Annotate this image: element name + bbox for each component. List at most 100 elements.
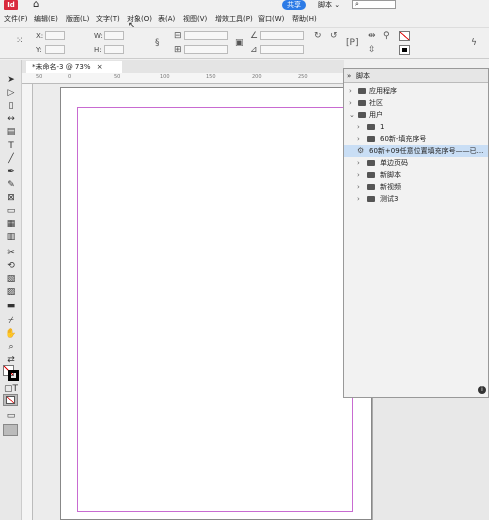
menu-table[interactable]: 表(A) xyxy=(158,14,175,24)
search-input[interactable]: ⌕ xyxy=(352,0,396,9)
preview-mode-icon[interactable] xyxy=(3,424,18,436)
pencil-tool-icon[interactable]: ✎ xyxy=(4,179,18,191)
home-icon[interactable]: ⌂ xyxy=(33,0,39,10)
hand-tool-icon[interactable]: ✋ xyxy=(4,328,18,340)
document-page[interactable] xyxy=(60,87,372,520)
fill-swatch[interactable] xyxy=(399,31,410,41)
ruler-tick: 200 xyxy=(252,74,262,80)
w-field[interactable] xyxy=(104,31,124,40)
flip-vertical-icon[interactable]: ⇳ xyxy=(368,45,376,55)
direct-selection-tool-icon[interactable]: ▷ xyxy=(4,87,18,99)
workspace-switcher[interactable]: 脚本 ⌄ xyxy=(318,0,340,10)
scripts-panel-header[interactable]: » 脚本 xyxy=(344,69,488,83)
scale-x-field[interactable] xyxy=(184,31,228,40)
x-field[interactable] xyxy=(45,31,65,40)
script-folder-single-page-number[interactable]: › 单边页码 xyxy=(344,157,488,169)
horizontal-ruler[interactable]: 50 0 50 100 150 200 250 xyxy=(22,73,344,84)
rectangle-frame-tool-icon[interactable]: ⊠ xyxy=(4,192,18,204)
apply-none-icon[interactable] xyxy=(3,394,18,406)
ruler-tick: 0 xyxy=(68,74,72,80)
selection-tool-icon[interactable]: ➤ xyxy=(4,74,18,86)
chevron-right-icon[interactable]: › xyxy=(349,85,352,97)
chevron-right-icon[interactable]: › xyxy=(349,97,352,109)
content-collector-icon[interactable]: ▤ xyxy=(4,126,18,138)
ruler-tick: 250 xyxy=(298,74,308,80)
list-item-label: 应用程序 xyxy=(369,87,397,95)
grid-tool-icon[interactable]: ▥ xyxy=(4,231,18,243)
screen-mode-icon[interactable]: ▭ xyxy=(4,410,18,422)
folder-icon xyxy=(367,196,375,202)
script-folder-new-video[interactable]: › 新视频 xyxy=(344,181,488,193)
menu-layout[interactable]: 版面(L) xyxy=(66,14,89,24)
gradient-swatch-tool-icon[interactable]: ▧ xyxy=(4,273,18,285)
scripts-panel: » 脚本 › 应用程序 › 社区 ⌄ 用户 › 1 › 60新-填充序号 ⚙ 6… xyxy=(343,68,489,398)
free-transform-tool-icon[interactable]: ⟲ xyxy=(4,260,18,272)
document-tab[interactable]: *未命名-3 @ 73% × xyxy=(26,61,122,73)
ruler-tick: 150 xyxy=(206,74,216,80)
rotate-cw-icon[interactable]: ↻ xyxy=(314,31,322,41)
script-folder-1[interactable]: › 1 xyxy=(344,121,488,133)
workspace-label: 脚本 xyxy=(318,1,332,9)
chevron-right-icon[interactable]: › xyxy=(357,193,360,205)
share-button[interactable]: 共享 xyxy=(282,0,306,10)
collapse-icon[interactable]: » xyxy=(347,70,351,82)
note-tool-icon[interactable]: ▬ xyxy=(4,300,18,312)
rectangle-tool-icon[interactable]: ▭ xyxy=(4,205,18,217)
rotate-ccw-icon[interactable]: ↺ xyxy=(330,31,338,41)
script-folder-user[interactable]: ⌄ 用户 xyxy=(344,109,488,121)
chevron-down-icon[interactable]: ⌄ xyxy=(349,109,355,121)
scale-y-field[interactable] xyxy=(184,45,228,54)
menu-window[interactable]: 窗口(W) xyxy=(258,14,284,24)
menu-plugins[interactable]: 增效工具(P) xyxy=(215,14,253,24)
script-folder-test3[interactable]: › 测试3 xyxy=(344,193,488,205)
menu-view[interactable]: 视图(V) xyxy=(183,14,207,24)
menu-type[interactable]: 文字(T) xyxy=(96,14,120,24)
scale-x-icon: ⊟ xyxy=(174,31,182,41)
y-field[interactable] xyxy=(45,45,65,54)
script-folder-fill-number[interactable]: › 60新-填充序号 xyxy=(344,133,488,145)
script-folder-community[interactable]: › 社区 xyxy=(344,97,488,109)
eyedropper-tool-icon[interactable]: ⌿ xyxy=(4,315,18,327)
chevron-right-icon[interactable]: › xyxy=(357,157,360,169)
chevron-right-icon[interactable]: › xyxy=(357,181,360,193)
page-tool-icon[interactable]: ▯ xyxy=(4,100,18,112)
distribute-icon[interactable]: ⚲ xyxy=(383,31,390,41)
flip-horizontal-icon[interactable]: ⇹ xyxy=(368,31,376,41)
type-tool-icon[interactable]: T xyxy=(4,140,18,152)
proxy-icon[interactable]: ▣ xyxy=(235,38,244,48)
script-folder-new-script[interactable]: › 新脚本 xyxy=(344,169,488,181)
script-file-selected[interactable]: ⚙ 60新+09任意位置填充序号——已... xyxy=(344,145,488,157)
zoom-tool-icon[interactable]: ⌕ xyxy=(4,341,18,353)
table-tool-icon[interactable]: ▦ xyxy=(4,218,18,230)
rotate-field[interactable] xyxy=(260,31,304,40)
line-tool-icon[interactable]: ╱ xyxy=(4,153,18,165)
chevron-right-icon[interactable]: › xyxy=(357,169,360,181)
ruler-tick: 50 xyxy=(114,74,121,80)
stroke-swatch[interactable] xyxy=(399,45,410,55)
chevron-right-icon[interactable]: › xyxy=(357,121,360,133)
script-folder-application[interactable]: › 应用程序 xyxy=(344,85,488,97)
gap-tool-icon[interactable]: ↔ xyxy=(4,113,18,125)
info-icon[interactable]: i xyxy=(478,385,486,394)
shear-field[interactable] xyxy=(260,45,304,54)
reference-point-icon[interactable]: ⁙ xyxy=(16,36,24,46)
menu-help[interactable]: 帮助(H) xyxy=(292,14,317,24)
menu-edit[interactable]: 编辑(E) xyxy=(34,14,58,24)
control-bar: ⁙ X: Y: W: H: § ⊟ ⊞ ▣ ∠ ⊿ ↻ ↺ [P] ⇹ ⇳ ⚲ … xyxy=(0,27,489,59)
chevron-down-icon: ⌄ xyxy=(334,1,341,9)
stroke-color-swatch[interactable] xyxy=(8,370,19,381)
chevron-right-icon[interactable]: › xyxy=(357,133,360,145)
gradient-feather-tool-icon[interactable]: ▨ xyxy=(4,286,18,298)
scissors-tool-icon[interactable]: ✂ xyxy=(4,247,18,259)
folder-icon xyxy=(367,172,375,178)
constrain-link-icon[interactable]: § xyxy=(155,38,160,48)
menu-file[interactable]: 文件(F) xyxy=(4,14,28,24)
list-item-label: 用户 xyxy=(369,111,383,119)
h-field[interactable] xyxy=(104,45,124,54)
close-icon[interactable]: × xyxy=(97,63,103,71)
lightning-icon[interactable]: ϟ xyxy=(471,38,477,48)
select-container-icon[interactable]: [P] xyxy=(346,38,358,48)
vertical-ruler[interactable] xyxy=(22,84,33,520)
pen-tool-icon[interactable]: ✒ xyxy=(4,166,18,178)
list-item-label: 社区 xyxy=(369,99,383,107)
